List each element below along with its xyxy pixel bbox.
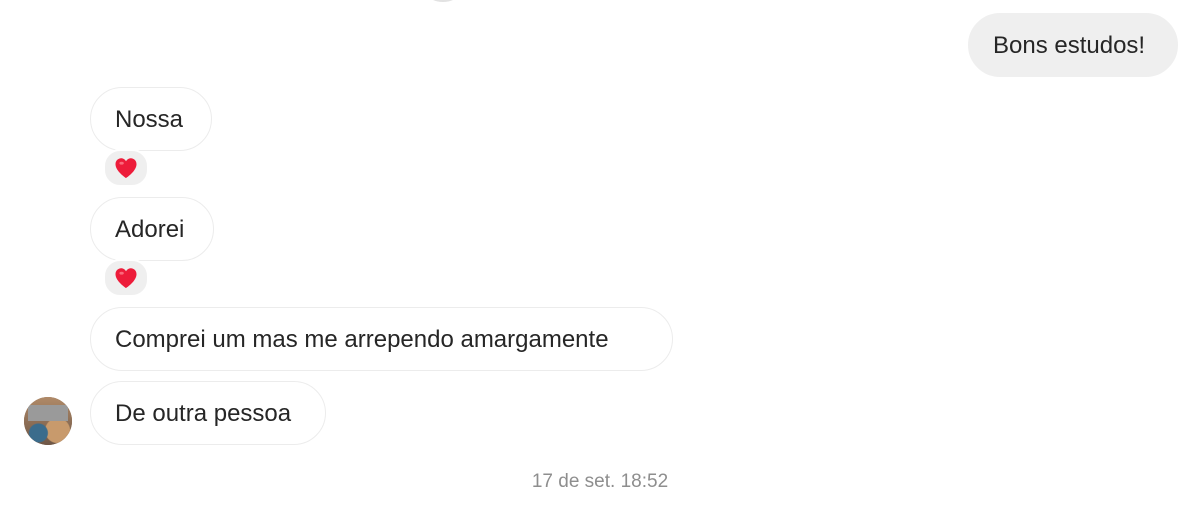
heart-icon bbox=[115, 158, 137, 178]
message-bubble-incoming[interactable]: Adorei bbox=[90, 197, 214, 261]
message-bubble-outgoing[interactable]: Bons estudos! bbox=[968, 13, 1178, 77]
message-bubble-incoming[interactable]: Nossa bbox=[90, 87, 212, 151]
heart-icon bbox=[115, 268, 137, 288]
partial-avatar-edge bbox=[428, 0, 458, 2]
reaction-badge[interactable] bbox=[103, 149, 149, 187]
avatar[interactable] bbox=[24, 397, 72, 445]
message-timestamp: 17 de set. 18:52 bbox=[531, 471, 669, 492]
message-bubble-incoming[interactable]: Comprei um mas me arrependo amargamente bbox=[90, 307, 673, 371]
message-bubble-incoming[interactable]: De outra pessoa bbox=[90, 381, 326, 445]
reaction-badge[interactable] bbox=[103, 259, 149, 297]
avatar-redaction bbox=[28, 405, 68, 421]
